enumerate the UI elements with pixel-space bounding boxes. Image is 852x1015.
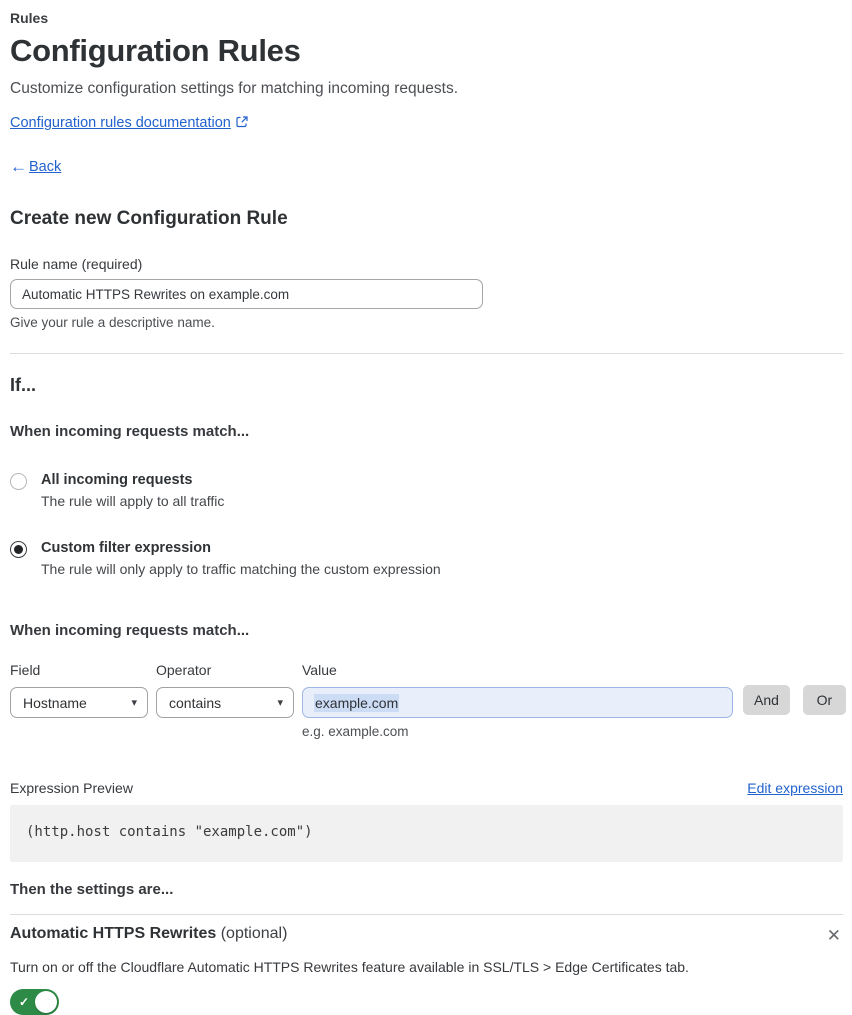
field-select-value: Hostname bbox=[23, 694, 87, 711]
https-rewrites-toggle[interactable]: ✓ bbox=[10, 989, 59, 1015]
rule-name-value: Automatic HTTPS Rewrites on example.com bbox=[22, 286, 290, 302]
setting-divider bbox=[10, 914, 843, 915]
page-title: Configuration Rules bbox=[10, 33, 301, 68]
chevron-down-icon: ▾ bbox=[277, 697, 283, 709]
rule-name-input[interactable]: Automatic HTTPS Rewrites on example.com bbox=[10, 279, 483, 309]
documentation-link[interactable]: Configuration rules documentation bbox=[10, 115, 231, 131]
check-icon: ✓ bbox=[19, 995, 30, 1009]
radio-button[interactable] bbox=[10, 473, 27, 490]
breadcrumb: Rules bbox=[10, 10, 49, 26]
operator-column-label: Operator bbox=[156, 662, 212, 678]
radio-option-label: Custom filter expression bbox=[41, 540, 212, 556]
and-button[interactable]: And bbox=[743, 685, 790, 715]
toggle-knob bbox=[35, 991, 57, 1013]
radio-option-custom-filter[interactable]: Custom filter expression The rule will o… bbox=[10, 540, 843, 577]
chevron-down-icon: ▾ bbox=[131, 697, 137, 709]
edit-expression-link[interactable]: Edit expression bbox=[747, 780, 843, 796]
back-link-row[interactable]: ← Back bbox=[10, 157, 843, 177]
operator-select-value: contains bbox=[169, 694, 222, 711]
radio-button[interactable] bbox=[10, 541, 27, 558]
or-button[interactable]: Or bbox=[802, 685, 846, 715]
field-column-label: Field bbox=[10, 662, 41, 678]
close-icon[interactable]: ✕ bbox=[825, 925, 843, 946]
expression-builder-label: When incoming requests match... bbox=[10, 622, 250, 639]
rule-name-label: Rule name (required) bbox=[10, 256, 143, 272]
field-select[interactable]: Hostname ▾ bbox=[10, 687, 148, 718]
create-rule-heading: Create new Configuration Rule bbox=[10, 208, 288, 229]
rule-name-help: Give your rule a descriptive name. bbox=[10, 315, 215, 330]
incoming-match-label: When incoming requests match... bbox=[10, 423, 250, 440]
value-column-label: Value bbox=[302, 662, 337, 678]
setting-description: Turn on or off the Cloudflare Automatic … bbox=[10, 959, 689, 975]
expression-preview-code: (http.host contains "example.com") bbox=[10, 805, 843, 862]
setting-title: Automatic HTTPS Rewrites bbox=[10, 925, 217, 942]
section-divider bbox=[10, 353, 843, 354]
radio-option-all-requests[interactable]: All incoming requests The rule will appl… bbox=[10, 472, 843, 509]
external-link-icon bbox=[236, 115, 248, 133]
if-heading: If... bbox=[10, 375, 36, 395]
expression-preview-label: Expression Preview bbox=[10, 780, 133, 796]
setting-optional-label: (optional) bbox=[216, 925, 288, 942]
value-input-text: example.com bbox=[314, 693, 400, 712]
radio-option-label: All incoming requests bbox=[41, 472, 193, 488]
then-settings-label: Then the settings are... bbox=[10, 881, 174, 898]
page-subtitle: Customize configuration settings for mat… bbox=[10, 80, 458, 97]
back-arrow-icon: ← bbox=[10, 157, 27, 176]
value-input[interactable]: example.com bbox=[302, 687, 733, 718]
radio-option-description: The rule will only apply to traffic matc… bbox=[41, 561, 441, 577]
radio-option-description: The rule will apply to all traffic bbox=[41, 493, 225, 509]
value-help-text: e.g. example.com bbox=[302, 724, 409, 739]
operator-select[interactable]: contains ▾ bbox=[156, 687, 294, 718]
back-link[interactable]: Back bbox=[29, 159, 61, 175]
